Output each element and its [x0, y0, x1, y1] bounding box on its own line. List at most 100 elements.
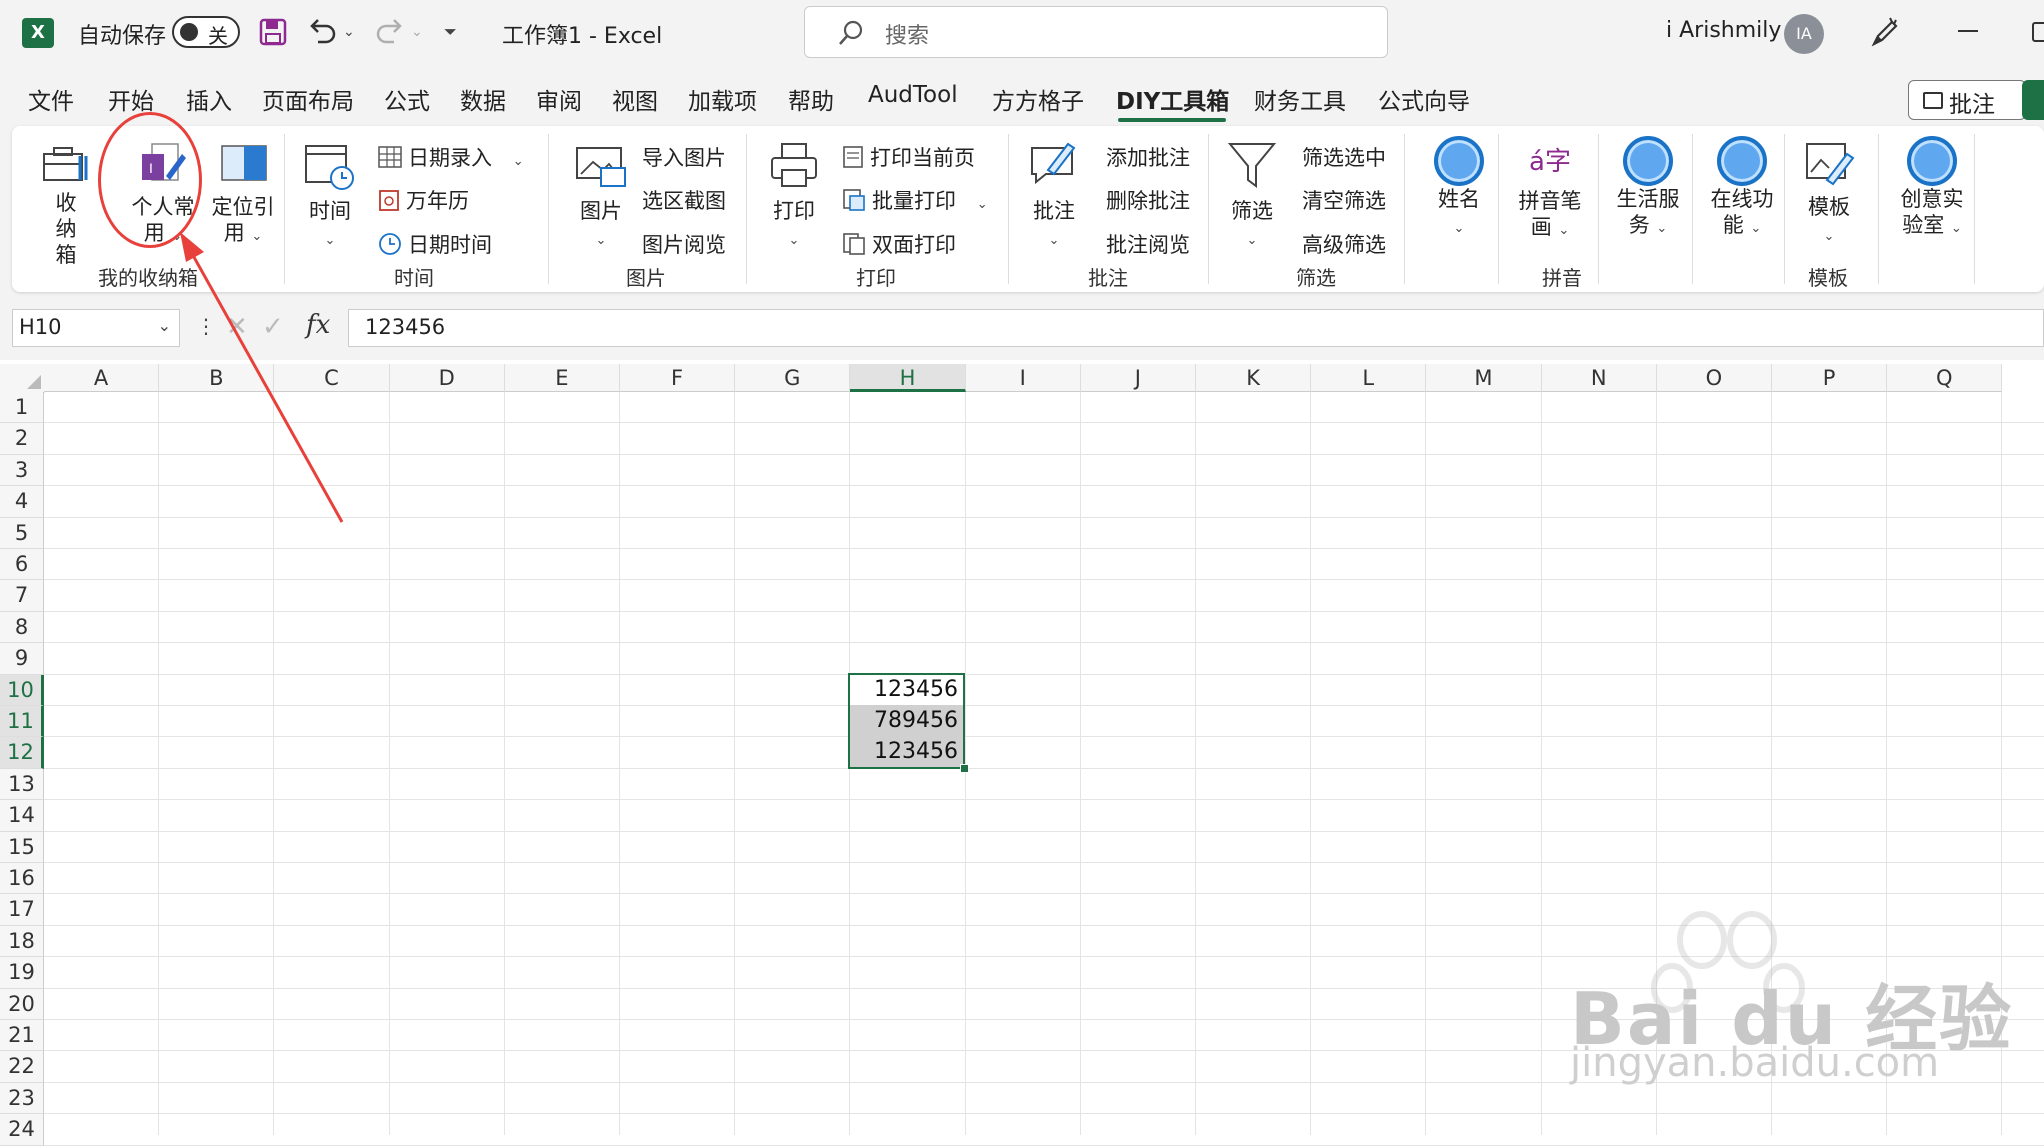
row-header-2[interactable]: 2 — [0, 423, 44, 455]
more-options-icon[interactable]: ⋮ — [196, 314, 216, 338]
import-picture-button[interactable]: 导入图片 — [642, 142, 726, 172]
save-icon[interactable] — [258, 17, 288, 51]
template-button[interactable]: 模板 ⌄ — [1800, 140, 1858, 250]
row-header-10[interactable]: 10 — [0, 674, 44, 706]
cancel-icon[interactable]: ✕ — [226, 312, 248, 342]
row-header-14[interactable]: 14 — [0, 800, 44, 832]
online-function-button[interactable]: 在线功能 ⌄ — [1704, 136, 1780, 242]
select-all-button[interactable] — [0, 364, 45, 393]
tab-page-layout[interactable]: 页面布局 — [262, 82, 354, 116]
tab-review[interactable]: 审阅 — [536, 82, 582, 116]
print-current-button[interactable]: 打印当前页 — [842, 142, 975, 174]
life-service-button[interactable]: 生活服务 ⌄ — [1610, 136, 1686, 242]
column-header-k[interactable]: K — [1196, 364, 1312, 392]
row-header-22[interactable]: 22 — [0, 1051, 44, 1083]
row-header-1[interactable]: 1 — [0, 392, 44, 424]
row-header-18[interactable]: 18 — [0, 925, 44, 958]
enter-icon[interactable]: ✓ — [262, 312, 284, 342]
duplex-print-button[interactable]: 双面打印 — [842, 229, 956, 261]
fill-handle[interactable] — [960, 764, 969, 773]
undo-icon[interactable] — [306, 16, 338, 50]
row-header-11[interactable]: 11 — [0, 706, 44, 738]
column-header-p[interactable]: P — [1772, 364, 1888, 392]
datetime-button[interactable]: 日期时间 — [378, 229, 492, 261]
autosave-toggle[interactable]: 关 — [172, 16, 240, 48]
redo-dropdown-icon[interactable]: ⌄ — [411, 24, 423, 40]
column-header-f[interactable]: F — [620, 364, 736, 392]
creative-lab-button[interactable]: 创意实验室 ⌄ — [1892, 136, 1972, 242]
clear-filter-button[interactable]: 清空筛选 — [1302, 185, 1386, 215]
delete-comment-button[interactable]: 删除批注 — [1106, 185, 1190, 215]
tab-insert[interactable]: 插入 — [186, 82, 232, 116]
row-header-24[interactable]: 24 — [0, 1114, 44, 1146]
insert-function-button[interactable]: fx — [306, 310, 330, 340]
row-header-9[interactable]: 9 — [0, 643, 44, 675]
comments-button[interactable]: 批注 — [1908, 80, 2026, 120]
select-screenshot-button[interactable]: 选区截图 — [642, 185, 726, 215]
column-header-h[interactable]: H — [850, 364, 966, 392]
column-header-o[interactable]: O — [1656, 364, 1772, 392]
filter-button[interactable]: 筛选 ⌄ — [1224, 140, 1280, 254]
advanced-filter-button[interactable]: 高级筛选 — [1302, 229, 1386, 259]
tab-data[interactable]: 数据 — [460, 82, 506, 116]
row-header-17[interactable]: 17 — [0, 894, 44, 926]
row-header-21[interactable]: 21 — [0, 1020, 44, 1052]
tab-fangfang[interactable]: 方方格子 — [992, 82, 1084, 116]
row-header-19[interactable]: 19 — [0, 957, 44, 989]
pinyin-button[interactable]: á字 拼音笔画 ⌄ — [1512, 136, 1588, 244]
row-header-12[interactable]: 12 — [0, 737, 44, 769]
tab-addins[interactable]: 加载项 — [688, 82, 757, 116]
column-header-i[interactable]: I — [965, 364, 1081, 392]
tab-view[interactable]: 视图 — [612, 82, 658, 116]
batch-print-button[interactable]: 批量打印 ⌄ — [842, 185, 988, 217]
column-header-a[interactable]: A — [44, 364, 160, 392]
row-header-8[interactable]: 8 — [0, 611, 44, 644]
tab-formula-wizard[interactable]: 公式向导 — [1378, 82, 1470, 116]
date-entry-button[interactable]: 日期录入 ⌄ — [378, 142, 524, 173]
column-header-e[interactable]: E — [504, 364, 620, 392]
comment-button[interactable]: 批注 ⌄ — [1026, 140, 1082, 254]
tab-diy-toolbox[interactable]: DIY工具箱 — [1116, 82, 1229, 116]
search-box[interactable]: 搜索 — [804, 6, 1388, 58]
browse-comment-button[interactable]: 批注阅览 — [1106, 229, 1190, 259]
tab-formulas[interactable]: 公式 — [384, 82, 430, 116]
row-header-16[interactable]: 16 — [0, 863, 44, 895]
column-header-l[interactable]: L — [1311, 364, 1427, 392]
row-header-5[interactable]: 5 — [0, 517, 44, 549]
redo-icon[interactable] — [374, 16, 406, 50]
row-header-15[interactable]: 15 — [0, 831, 44, 863]
time-button[interactable]: 时间 ⌄ — [302, 140, 358, 254]
print-button[interactable]: 打印 ⌄ — [766, 140, 822, 254]
tab-file[interactable]: 文件 — [28, 82, 74, 116]
picture-browse-button[interactable]: 图片阅览 — [642, 229, 726, 259]
tab-home[interactable]: 开始 — [108, 82, 154, 116]
filter-selected-button[interactable]: 筛选选中 — [1302, 142, 1386, 172]
column-header-m[interactable]: M — [1426, 364, 1542, 392]
column-header-n[interactable]: N — [1541, 364, 1657, 392]
row-header-4[interactable]: 4 — [0, 486, 44, 518]
column-header-d[interactable]: D — [389, 364, 505, 392]
name-button[interactable]: 姓名 ⌄ — [1422, 136, 1496, 242]
row-header-20[interactable]: 20 — [0, 988, 44, 1020]
restore-icon[interactable] — [2032, 22, 2044, 42]
row-header-7[interactable]: 7 — [0, 580, 44, 612]
row-header-13[interactable]: 13 — [0, 768, 44, 801]
formula-input[interactable]: 123456 — [348, 309, 2044, 347]
chevron-down-icon[interactable]: ⌄ — [158, 316, 171, 335]
pen-icon[interactable] — [1868, 16, 1902, 54]
undo-dropdown-icon[interactable]: ⌄ — [343, 24, 355, 40]
tab-help[interactable]: 帮助 — [788, 82, 834, 116]
locate-ref-button[interactable]: 定位引用 ⌄ — [204, 140, 282, 250]
column-header-b[interactable]: B — [159, 364, 275, 392]
row-header-3[interactable]: 3 — [0, 454, 44, 487]
column-header-q[interactable]: Q — [1887, 364, 2003, 392]
storage-box-button[interactable]: 收纳箱 — [38, 142, 94, 268]
customize-toolbar-icon[interactable]: ⏷ — [444, 22, 457, 42]
avatar[interactable]: IA — [1784, 14, 1824, 54]
column-header-c[interactable]: C — [274, 364, 390, 392]
tab-finance-tools[interactable]: 财务工具 — [1254, 82, 1346, 116]
calendar-button[interactable]: 万年历 — [378, 185, 469, 217]
user-name[interactable]: i Arishmily — [1666, 18, 1781, 43]
share-button[interactable] — [2022, 80, 2044, 120]
row-header-6[interactable]: 6 — [0, 549, 44, 581]
